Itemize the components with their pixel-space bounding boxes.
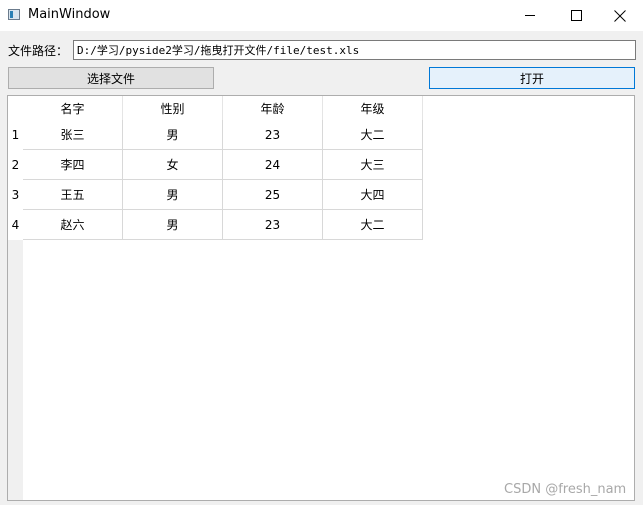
table-cell[interactable]: 23 bbox=[223, 120, 323, 150]
maximize-button[interactable] bbox=[553, 0, 599, 31]
table-cell[interactable]: 李四 bbox=[23, 150, 123, 180]
minimize-button[interactable] bbox=[507, 0, 553, 31]
app-window-icon bbox=[8, 9, 20, 20]
table-cell[interactable]: 男 bbox=[123, 180, 223, 210]
table-corner[interactable] bbox=[8, 96, 23, 120]
close-icon bbox=[614, 9, 626, 22]
row-header-4[interactable]: 4 bbox=[8, 210, 23, 240]
column-header-grade[interactable]: 年级 bbox=[323, 96, 423, 120]
table-cell[interactable]: 女 bbox=[123, 150, 223, 180]
column-header-gender[interactable]: 性别 bbox=[123, 96, 223, 120]
table-cell[interactable]: 大二 bbox=[323, 120, 423, 150]
table-cell[interactable]: 赵六 bbox=[23, 210, 123, 240]
table-cell[interactable]: 王五 bbox=[23, 180, 123, 210]
table-cell[interactable]: 25 bbox=[223, 180, 323, 210]
table-cell[interactable]: 23 bbox=[223, 210, 323, 240]
data-table[interactable]: 名字 性别 年龄 年级 1 2 3 4 张三 男 23 大二 李四 女 24 大… bbox=[7, 95, 635, 501]
column-header-age[interactable]: 年龄 bbox=[223, 96, 323, 120]
file-path-label: 文件路径： bbox=[8, 44, 69, 58]
window-title: MainWindow bbox=[28, 7, 111, 22]
table-cell[interactable]: 大四 bbox=[323, 180, 423, 210]
table-cell[interactable]: 张三 bbox=[23, 120, 123, 150]
watermark-text: CSDN @fresh_nam bbox=[504, 482, 627, 497]
minimize-icon bbox=[525, 15, 535, 16]
table-cell[interactable]: 大三 bbox=[323, 150, 423, 180]
column-header-name[interactable]: 名字 bbox=[23, 96, 123, 120]
table-cell[interactable]: 男 bbox=[123, 210, 223, 240]
maximize-icon bbox=[570, 10, 582, 21]
close-button[interactable] bbox=[597, 0, 643, 31]
table-cell[interactable]: 大二 bbox=[323, 210, 423, 240]
row-header-2[interactable]: 2 bbox=[8, 150, 23, 180]
table-cell[interactable]: 男 bbox=[123, 120, 223, 150]
row-header-1[interactable]: 1 bbox=[8, 120, 23, 150]
open-button[interactable]: 打开 bbox=[429, 67, 635, 89]
title-bar: MainWindow bbox=[0, 0, 643, 31]
row-header-3[interactable]: 3 bbox=[8, 180, 23, 210]
table-cell[interactable]: 24 bbox=[223, 150, 323, 180]
choose-file-button[interactable]: 选择文件 bbox=[8, 67, 214, 89]
file-path-input[interactable] bbox=[73, 40, 636, 60]
